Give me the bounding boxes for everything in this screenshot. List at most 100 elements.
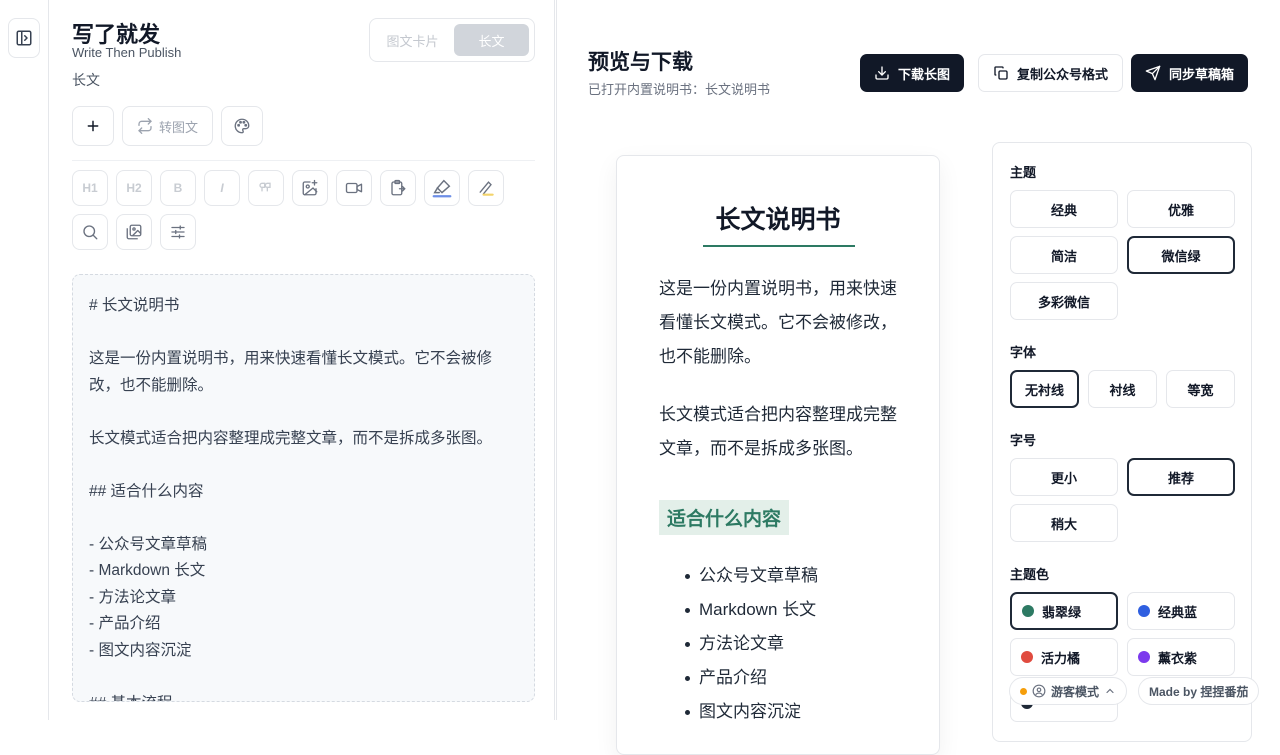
font-option-serif[interactable]: 衬线 [1088, 370, 1157, 408]
mode-label: 长文 [72, 72, 100, 88]
color-option-label: 经典蓝 [1158, 604, 1198, 620]
palette-button[interactable] [221, 106, 264, 146]
editor-line: 长文模式适合把内容整理成完整文章，而不是拆成多张图。 [89, 429, 493, 447]
theme-section-label: 主题 [1010, 165, 1037, 180]
download-icon [875, 66, 889, 80]
font-section-label: 字体 [1010, 345, 1037, 360]
color-option-label: 薰衣紫 [1158, 650, 1198, 666]
palette-icon [234, 118, 250, 134]
font-option-mono[interactable]: 等宽 [1166, 370, 1235, 408]
markdown-editor[interactable]: # 长文说明书 这是一份内置说明书，用来快速看懂长文模式。它不会被修 改，也不能… [72, 274, 535, 702]
theme-option-elegant[interactable]: 优雅 [1127, 190, 1235, 228]
size-option-smaller[interactable]: 更小 [1010, 458, 1118, 496]
list-item: 公众号文章草稿 [685, 559, 818, 593]
color-swatch [1021, 651, 1033, 663]
color-option-classic-blue[interactable]: 经典蓝 [1127, 592, 1235, 630]
sync-label: 同步草稿箱 [1169, 66, 1235, 82]
font-option-sans[interactable]: 无衬线 [1010, 370, 1079, 408]
editor-line: - 方法论文章 [89, 588, 176, 606]
gallery-icon [126, 224, 142, 240]
left-rail [0, 0, 49, 720]
toolbar-divider [72, 160, 535, 161]
image-add-icon [302, 179, 318, 196]
color-section-label: 主题色 [1010, 567, 1050, 582]
add-button[interactable] [72, 106, 114, 146]
editor-line: ## 适合什么内容 [89, 482, 204, 500]
size-option-larger[interactable]: 稍大 [1010, 504, 1118, 542]
gallery-button[interactable] [116, 214, 152, 250]
editor-line: - Markdown 长文 [89, 562, 206, 579]
highlight-button[interactable] [424, 170, 460, 206]
preview-title: 预览与下载 [588, 51, 693, 74]
mode-option-longform[interactable]: 长文 [454, 24, 529, 56]
copy-format-button[interactable]: 复制公众号格式 [978, 54, 1124, 92]
quote-button[interactable] [248, 170, 284, 206]
editor-line: # 长文说明书 [89, 297, 180, 314]
insert-video-button[interactable] [336, 170, 372, 206]
italic-button[interactable]: I [204, 170, 240, 206]
sliders-icon [171, 225, 185, 239]
theme-option-colorful-wechat[interactable]: 多彩微信 [1010, 282, 1118, 320]
editor-line: - 产品介绍 [89, 615, 161, 632]
convert-to-cards-button[interactable]: 转图文 [122, 106, 214, 146]
style-settings-panel: 主题 经典 优雅 简洁 微信绿 多彩微信 字体 无衬线 衬线 等宽 字号 更小 … [992, 142, 1252, 742]
color-option-lavender[interactable]: 薰衣紫 [1127, 638, 1235, 676]
user-circle-icon [1032, 684, 1046, 698]
list-item: 产品介绍 [685, 661, 818, 695]
theme-option-simple[interactable]: 简洁 [1010, 236, 1118, 274]
eraser-icon [479, 181, 494, 196]
chevron-up-icon [1106, 688, 1114, 694]
adjust-settings-button[interactable] [160, 214, 196, 250]
size-option-recommended[interactable]: 推荐 [1127, 458, 1235, 496]
search-icon [83, 225, 98, 240]
copy-icon [994, 66, 1008, 80]
sync-draft-button[interactable]: 同步草稿箱 [1131, 54, 1249, 92]
made-by-link[interactable]: Made by 捏捏番茄 [1138, 677, 1260, 705]
preview-panel: 预览与下载 已打开内置说明书：长文说明书 下载长图 复制公众号格式 同步草稿箱 … [560, 0, 1280, 755]
search-button[interactable] [72, 214, 108, 250]
editor-panel: 写了就发 Write Then Publish 长文 图文卡片 长文 转图文 H… [49, 0, 557, 720]
color-option-label: 活力橘 [1041, 650, 1081, 666]
status-dot [1020, 687, 1027, 695]
title-underline [703, 245, 855, 247]
sidebar-toggle-button[interactable] [8, 18, 40, 58]
article-heading: 适合什么内容 [659, 500, 790, 535]
color-swatch [1138, 605, 1150, 617]
format-toolbar: H1 H2 B I [72, 170, 542, 250]
article-paragraph: 长文模式适合把内容整理成完整文章，而不是拆成多张图。 [659, 405, 897, 458]
convert-label: 转图文 [159, 119, 199, 135]
color-option-emerald[interactable]: 翡翠绿 [1010, 592, 1118, 630]
download-image-button[interactable]: 下载长图 [860, 54, 965, 92]
app-subtitle: Write Then Publish [72, 45, 182, 60]
repeat-icon [138, 118, 152, 134]
sidebar-icon [16, 30, 32, 46]
editor-actions: 转图文 [72, 106, 264, 146]
insert-image-button[interactable] [292, 170, 328, 206]
mode-option-cards[interactable]: 图文卡片 [375, 24, 450, 56]
theme-option-classic[interactable]: 经典 [1010, 190, 1118, 228]
heading1-button[interactable]: H1 [72, 170, 108, 206]
article-title: 长文说明书 [715, 206, 841, 234]
guest-mode-badge[interactable]: 游客模式 [1009, 677, 1128, 705]
bold-button[interactable]: B [160, 170, 196, 206]
brush-icon [432, 179, 452, 198]
editor-line: 这是一份内置说明书，用来快速看懂长文模式。它不会被修 [89, 350, 493, 367]
video-icon [345, 182, 363, 194]
guest-mode-label: 游客模式 [1051, 684, 1100, 699]
copy-label: 复制公众号格式 [1017, 66, 1109, 82]
preview-card: 长文说明书 这是一份内置说明书，用来快速看懂长文模式。它不会被修改，也不能删除。… [616, 155, 940, 755]
editor-line: ## 基本流程 [89, 691, 518, 702]
clear-format-button[interactable] [468, 170, 504, 206]
heading2-button[interactable]: H2 [116, 170, 152, 206]
theme-option-wechat-green[interactable]: 微信绿 [1127, 236, 1235, 274]
color-option-label: 翡翠绿 [1042, 604, 1082, 620]
list-item: 图文内容沉淀 [685, 695, 818, 729]
size-section-label: 字号 [1010, 433, 1037, 448]
color-swatch [1022, 605, 1034, 617]
paste-button[interactable] [380, 170, 416, 206]
color-option-vibrant-orange[interactable]: 活力橘 [1010, 638, 1118, 676]
